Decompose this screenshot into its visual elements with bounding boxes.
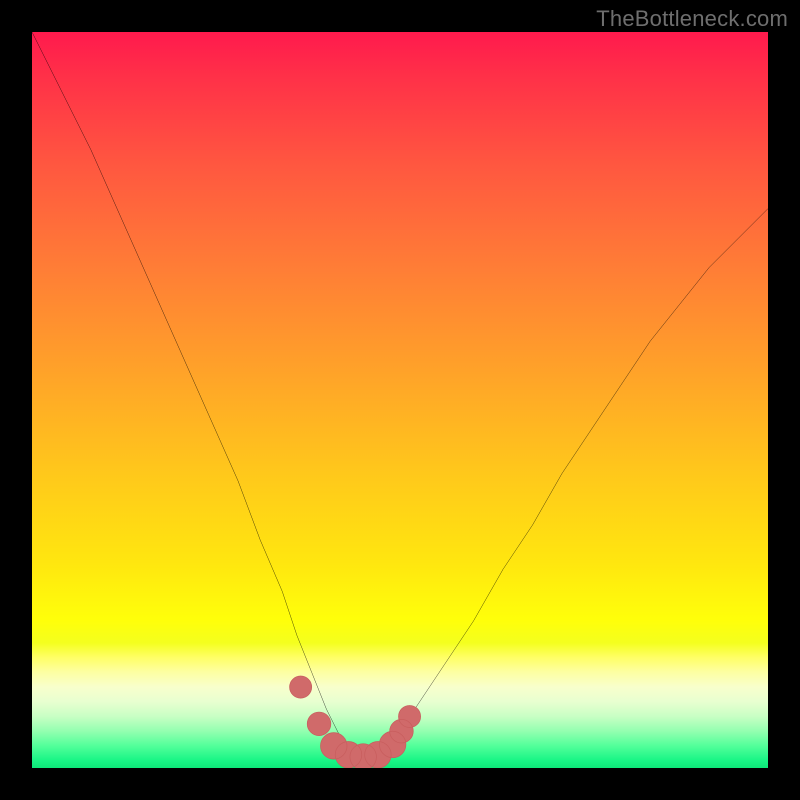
outer-frame: TheBottleneck.com	[0, 0, 800, 800]
plot-area	[32, 32, 768, 768]
highlight-markers	[290, 676, 421, 768]
bottleneck-curve	[32, 32, 768, 753]
watermark-text: TheBottleneck.com	[596, 6, 788, 32]
chart-svg	[32, 32, 768, 768]
